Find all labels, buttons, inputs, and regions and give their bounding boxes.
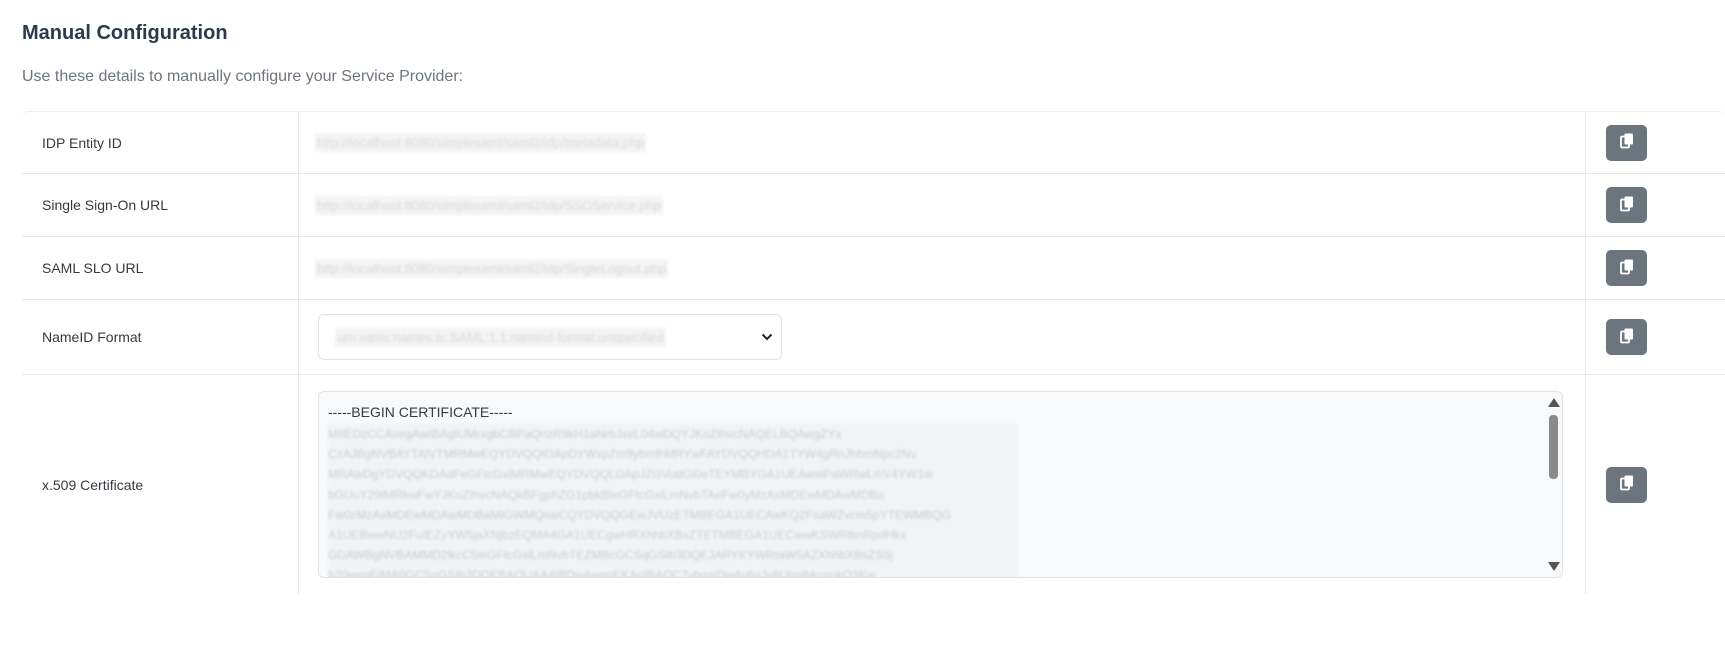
idp-entity-id-value: http://localhost:8080/simplesaml/saml2/i… (315, 133, 647, 152)
copy-icon (1619, 475, 1634, 494)
copy-icon (1619, 133, 1634, 152)
copy-sso-url-button[interactable] (1606, 187, 1647, 223)
row-value-cell: http://localhost:8080/simplesaml/saml2/i… (298, 237, 1586, 299)
certificate-line: CzAJBgNVBAYTAlVTMRMwEQYDVQQIDApDYWxpZm9y… (328, 447, 917, 462)
certificate-line: A1UEBwwNU2FuIEZyYW5jaXNjbzEQMA4GA1UECgwH… (328, 528, 907, 543)
table-row-idp-entity-id: IDP Entity ID http://localhost:8080/simp… (22, 112, 1725, 174)
certificate-textarea[interactable]: -----BEGIN CERTIFICATE----- MIIEDzCCAveg… (318, 391, 1563, 578)
certificate-body: MIIEDzCCAvegAwIBAgIUMrxgbCBPaQnzR9kH1aNr… (328, 424, 1018, 578)
copy-icon (1619, 196, 1634, 215)
certificate-line: b20wggEiMA0GCSqGSIb3DQEBAQUAA4IBDwAwggEK… (328, 568, 876, 578)
table-row-sso-url: Single Sign-On URL http://localhost:8080… (22, 174, 1725, 237)
row-label: x.509 Certificate (42, 476, 144, 493)
certificate-line: MIIEDzCCAvegAwIBAgIUMrxgbCBPaQnzR9kH1aNr… (328, 427, 842, 441)
copy-icon (1619, 328, 1634, 347)
copy-slo-url-button[interactable] (1606, 250, 1647, 286)
certificate-line: GDAWBgNVBAMMD2lkcC5leGFtcGxlLmNvbTEZMBcG… (328, 548, 893, 563)
table-row-nameid-format: NameID Format urn:oasis:names:tc:SAML:1.… (22, 300, 1725, 375)
row-action-cell (1586, 300, 1725, 374)
chevron-down-icon (761, 328, 773, 346)
slo-url-value: http://localhost:8080/simplesaml/saml2/i… (315, 258, 669, 278)
table-row-x509-certificate: x.509 Certificate -----BEGIN CERTIFICATE… (22, 375, 1725, 594)
copy-certificate-button[interactable] (1606, 466, 1647, 503)
copy-nameid-format-button[interactable] (1606, 319, 1647, 355)
row-action-cell (1586, 237, 1725, 299)
page-title: Manual Configuration (22, 22, 228, 44)
row-action-cell (1586, 174, 1725, 236)
row-label: NameID Format (42, 329, 142, 345)
sso-url-value: http://localhost:8080/simplesaml/saml2/i… (315, 195, 663, 215)
table-row-slo-url: SAML SLO URL http://localhost:8080/simpl… (22, 237, 1725, 300)
nameid-format-selected-value: urn:oasis:names:tc:SAML:1.1:nameid-forma… (335, 327, 666, 347)
certificate-begin-line: -----BEGIN CERTIFICATE----- (328, 404, 513, 420)
copy-idp-entity-id-button[interactable] (1606, 124, 1647, 161)
row-action-cell (1586, 112, 1725, 173)
row-label: Single Sign-On URL (42, 197, 169, 213)
row-label: IDP Entity ID (42, 134, 122, 151)
row-label: SAML SLO URL (42, 260, 144, 276)
certificate-scrollbar[interactable] (1545, 392, 1562, 577)
row-value-cell: http://localhost:8080/simplesaml/saml2/i… (298, 112, 1586, 173)
row-value-cell: -----BEGIN CERTIFICATE----- MIIEDzCCAveg… (298, 375, 1586, 594)
row-action-cell (1586, 375, 1725, 594)
page-subtitle: Use these details to manually configure … (22, 68, 464, 85)
scroll-thumb[interactable] (1549, 415, 1558, 479)
certificate-line: bGUuY29tMRkwFwYJKoZIhvcNAQkBFgphZG1pbkBl… (328, 487, 885, 502)
certificate-line: Fw0zMzAxMDEwMDAwMDBaMIGWMQswCQYDVQQGEwJV… (328, 507, 951, 522)
config-table: IDP Entity ID http://localhost:8080/simp… (22, 111, 1725, 594)
row-value-cell: http://localhost:8080/simplesaml/saml2/i… (298, 174, 1586, 236)
nameid-format-select[interactable]: urn:oasis:names:tc:SAML:1.1:nameid-forma… (318, 314, 782, 360)
certificate-line: MRAwDgYDVQQKDAdFeGFtcGxlMRMwEQYDVQQLDApJ… (328, 467, 933, 482)
scroll-down-arrow-icon[interactable] (1548, 562, 1560, 571)
row-value-cell: urn:oasis:names:tc:SAML:1.1:nameid-forma… (298, 300, 1586, 374)
copy-icon (1619, 259, 1634, 278)
scroll-up-arrow-icon[interactable] (1548, 398, 1560, 407)
